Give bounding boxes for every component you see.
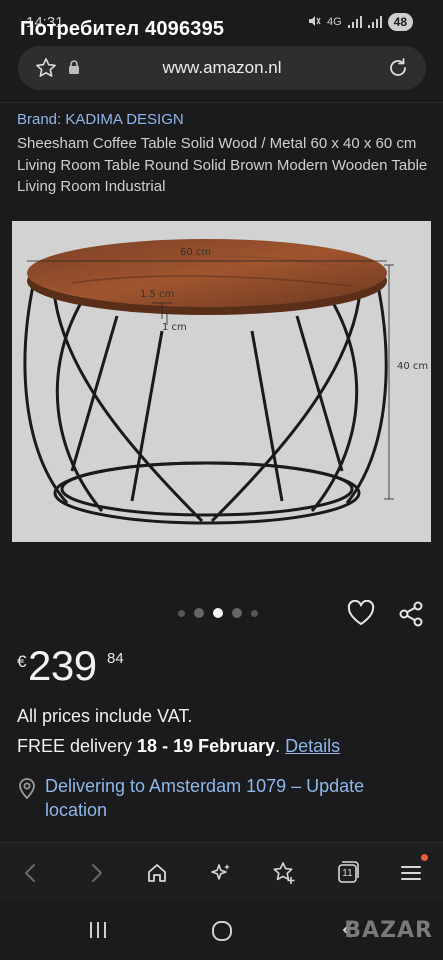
url-text[interactable]: www.amazon.nl <box>18 58 426 78</box>
menu-icon[interactable] <box>397 854 428 887</box>
carousel-dot[interactable] <box>194 608 204 618</box>
share-icon[interactable] <box>397 600 425 633</box>
dimension-height-label: 40 cm <box>397 361 429 372</box>
battery-badge: 48 <box>387 13 413 31</box>
delivery-dates: 18 - 19 February <box>137 736 276 756</box>
carousel-dot-active[interactable] <box>213 608 223 618</box>
status-bar: 14:31 Потребител 4096395 4G 48 <box>0 0 443 44</box>
status-icons: 4G 48 <box>307 13 413 31</box>
delivery-separator: . <box>275 736 286 756</box>
add-bookmark-icon[interactable] <box>270 859 298 887</box>
network-type: 4G <box>326 16 342 28</box>
product-title: Sheesham Coffee Table Solid Wood / Metal… <box>17 135 428 195</box>
tabs-icon[interactable]: 11 <box>333 859 361 887</box>
wishlist-heart-icon[interactable] <box>347 599 375 631</box>
signal-icon <box>347 16 362 28</box>
price-currency: € <box>17 652 27 671</box>
price-whole: 239 <box>28 642 97 689</box>
coffee-table-illustration <box>23 239 394 525</box>
reload-icon[interactable] <box>386 56 410 85</box>
user-title: Потребител 4096395 <box>20 18 225 40</box>
vat-note: All prices include VAT. <box>17 706 193 726</box>
location-pin-icon <box>17 777 37 804</box>
delivery-info: FREE delivery 18 - 19 February. Details <box>17 736 340 757</box>
location-link[interactable]: Delivering to Amsterdam 1079 – Update lo… <box>45 774 425 822</box>
dimension-thickness-label: 1.5 cm <box>140 289 175 300</box>
system-nav-bar: BAZAR <box>0 902 443 960</box>
product-image[interactable]: 60 cm 1.5 cm 1 cm 40 cm <box>12 221 431 542</box>
image-carousel-dots[interactable] <box>178 608 258 618</box>
home-icon[interactable] <box>143 859 171 887</box>
home-circle-icon[interactable] <box>211 920 233 947</box>
signal-icon-2 <box>367 16 382 28</box>
divider <box>0 102 443 103</box>
recent-apps-icon[interactable] <box>88 920 108 945</box>
mute-icon <box>307 14 321 31</box>
watermark-logo: BAZAR <box>344 918 433 943</box>
notification-dot <box>421 854 428 861</box>
sparkle-assistant-icon[interactable] <box>207 859 235 887</box>
address-bar[interactable]: www.amazon.nl <box>18 46 426 90</box>
carousel-dot[interactable] <box>178 609 185 617</box>
dimension-leg-label: 1 cm <box>162 322 187 333</box>
brand-link[interactable]: Brand: KADIMA DESIGN <box>17 111 184 128</box>
price-fraction: 84 <box>107 650 124 667</box>
delivery-details-link[interactable]: Details <box>285 736 340 756</box>
carousel-dot[interactable] <box>251 609 258 617</box>
browser-toolbar: 11 <box>0 842 443 902</box>
dimension-width-label: 60 cm <box>180 247 212 258</box>
back-icon[interactable] <box>17 859 45 887</box>
forward-icon[interactable] <box>82 859 110 887</box>
carousel-dot[interactable] <box>232 608 242 618</box>
delivery-prefix: FREE delivery <box>17 736 138 756</box>
tab-count: 11 <box>342 868 353 879</box>
